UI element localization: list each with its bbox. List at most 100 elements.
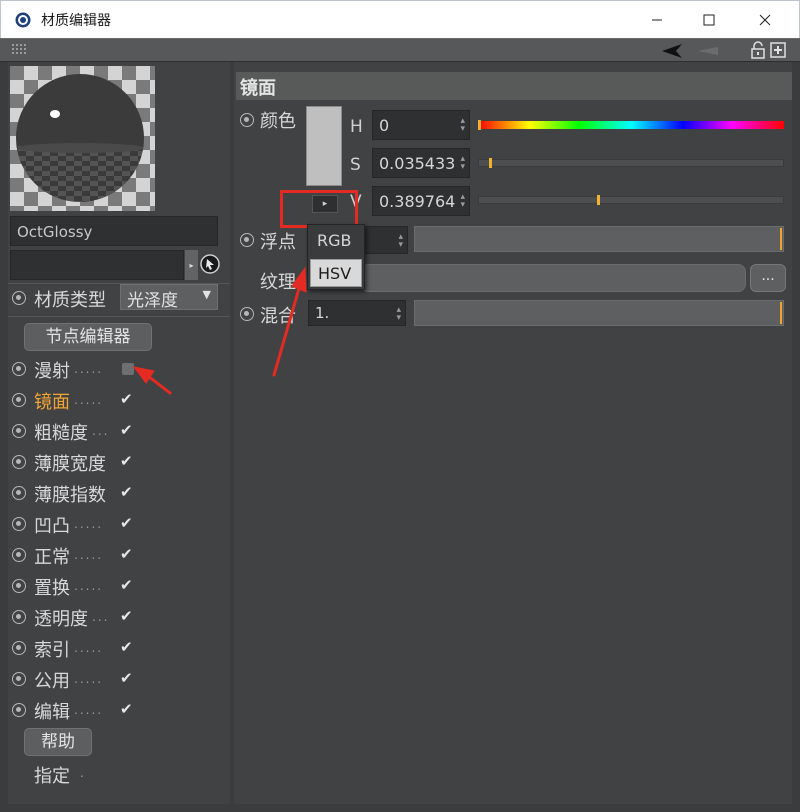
channel-item[interactable]: 公用..... ✔ [10,667,160,693]
channel-checkbox[interactable]: ✔ [120,576,133,594]
node-editor-button[interactable]: 节点编辑器 [24,323,152,351]
channel-checkbox[interactable]: ✔ [120,483,133,501]
minimize-button[interactable] [635,5,679,35]
float-radio[interactable] [240,233,254,247]
v-input[interactable]: 0.389764 ▴ ▾ [372,186,470,216]
spinner-icon[interactable]: ▴ ▾ [398,233,403,250]
assign-label: 指定 [34,766,70,787]
minimize-icon [652,19,662,21]
channel-label[interactable]: 镜面 [34,388,70,414]
material-name-field[interactable]: OctGlossy [10,216,218,246]
channel-radio[interactable] [12,486,26,500]
material-type-radio[interactable] [12,291,26,305]
channel-checkbox[interactable]: ✔ [120,421,133,439]
mix-slider-thumb[interactable] [780,302,782,324]
channel-item[interactable]: 薄膜指数 ✔ [10,481,160,507]
channel-item[interactable]: 置换..... ✔ [10,574,160,600]
channel-label[interactable]: 凹凸 [34,512,70,538]
s-input[interactable]: 0.035433 ▴ ▾ [372,148,470,178]
channel-item[interactable]: 漫射..... [10,357,160,383]
s-slider[interactable] [478,159,784,167]
texture-browse-button[interactable]: ... [750,264,786,292]
mix-radio[interactable] [240,307,254,321]
maximize-button[interactable] [687,5,731,35]
channel-radio[interactable] [12,703,26,717]
channel-radio[interactable] [12,393,26,407]
channel-radio[interactable] [12,548,26,562]
channel-item[interactable]: 正常..... ✔ [10,543,160,569]
channel-item[interactable]: 透明度... ✔ [10,605,160,631]
channel-checkbox[interactable]: ✔ [120,390,133,408]
spinner-icon[interactable]: ▴ ▾ [460,117,465,134]
material-preview[interactable] [10,66,155,211]
h-input[interactable]: 0 ▴ ▾ [372,110,470,140]
link-dropdown-arrow[interactable]: ▸ [185,250,198,280]
forward-arrow-icon[interactable] [696,45,736,57]
channel-label[interactable]: 透明度 [34,605,88,631]
channel-label[interactable]: 薄膜指数 [34,481,106,507]
channel-dots: ..... [74,703,104,717]
channel-item[interactable]: 编辑..... ✔ [10,698,160,724]
menu-item-hsv[interactable]: HSV [310,259,362,287]
texture-label: 纹理 [260,272,296,293]
h-slider-thumb[interactable] [478,120,481,130]
menu-item-rgb[interactable]: RGB [310,227,362,255]
channel-radio[interactable] [12,610,26,624]
channel-radio[interactable] [12,672,26,686]
float-slider-thumb[interactable] [780,228,782,250]
channel-item[interactable]: 镜面..... ✔ [10,388,160,414]
spinner-icon[interactable]: ▴ ▾ [396,306,401,323]
spinner-icon[interactable]: ▴ ▾ [460,155,465,172]
mix-input[interactable]: 1. ▴ ▾ [308,300,406,326]
mix-slider[interactable] [414,300,784,326]
channel-checkbox[interactable]: ✔ [120,452,133,470]
lock-icon[interactable] [750,41,766,59]
channel-radio[interactable] [12,641,26,655]
color-swatch[interactable] [306,106,342,186]
channel-checkbox[interactable]: ✔ [120,514,133,532]
channel-checkbox[interactable]: ✔ [120,607,133,625]
channel-label[interactable]: 正常 [34,543,70,569]
new-window-icon[interactable] [770,42,786,58]
float-slider[interactable] [414,226,784,252]
channel-dots: ... [92,610,110,624]
channel-label[interactable]: 置换 [34,574,70,600]
s-slider-thumb[interactable] [489,158,492,168]
back-arrow-icon[interactable] [662,43,688,59]
close-button[interactable] [743,5,787,35]
channel-item[interactable]: 索引..... ✔ [10,636,160,662]
channel-checkbox[interactable] [122,363,134,375]
channel-radio[interactable] [12,424,26,438]
channel-label[interactable]: 编辑 [34,698,70,724]
texture-field[interactable] [360,264,746,292]
channel-item[interactable]: 凹凸..... ✔ [10,512,160,538]
channel-checkbox[interactable]: ✔ [120,638,133,656]
channel-radio[interactable] [12,362,26,376]
channel-item[interactable]: 粗糙度... ✔ [10,419,160,445]
help-button[interactable]: 帮助 [24,728,92,756]
grip-icon[interactable] [12,44,28,58]
channel-radio[interactable] [12,455,26,469]
v-slider-thumb[interactable] [597,195,600,205]
channel-radio[interactable] [12,517,26,531]
spinner-icon[interactable]: ▴ ▾ [460,193,465,210]
channel-item[interactable]: 薄膜宽度 ✔ [10,450,160,476]
h-slider[interactable] [478,121,784,129]
material-link-field[interactable] [10,250,184,280]
material-type-select[interactable]: 光泽度 ▼ [120,284,218,311]
material-type-label: 材质类型 [34,290,106,311]
channel-checkbox[interactable]: ✔ [120,669,133,687]
mix-value: 1. [315,304,330,322]
pick-cursor-icon[interactable] [200,254,220,274]
channel-checkbox[interactable]: ✔ [120,700,133,718]
channel-label[interactable]: 薄膜宽度 [34,450,106,476]
channel-radio[interactable] [12,579,26,593]
v-slider[interactable] [478,196,784,204]
close-icon [759,14,771,26]
channel-label[interactable]: 粗糙度 [34,419,88,445]
channel-checkbox[interactable]: ✔ [120,545,133,563]
channel-label[interactable]: 漫射 [34,357,70,383]
channel-label[interactable]: 索引 [34,636,70,662]
channel-label[interactable]: 公用 [34,667,70,693]
color-radio[interactable] [240,113,254,127]
